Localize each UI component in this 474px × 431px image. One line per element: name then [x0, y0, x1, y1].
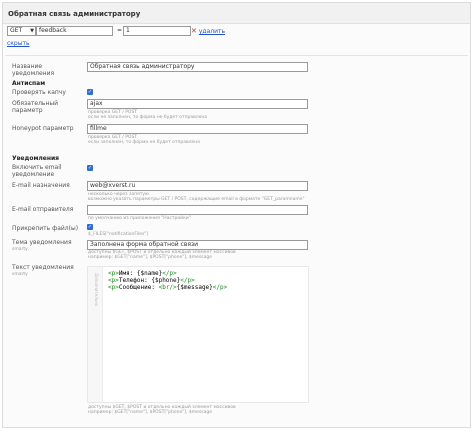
- subject-smarty-note: smarty: [12, 247, 28, 252]
- enable-email-label: Включить email уведомление: [12, 164, 84, 178]
- code-text: Сообщение:: [118, 284, 159, 291]
- enable-email-label-line1: Включить email: [12, 164, 62, 171]
- code-var: {$message}: [176, 284, 213, 291]
- editor-gutter-label: Дополнительно: [94, 273, 99, 307]
- delete-condition-button[interactable]: ✕ удалить: [191, 26, 225, 36]
- body-smarty-note: smarty: [12, 272, 28, 277]
- subject-hint-2: например: $GET["name"], $POST["phone"], …: [88, 255, 213, 260]
- code-line-1: <p>Имя: {$name}</p>: [108, 270, 177, 277]
- honeypot-input[interactable]: fillme: [87, 124, 308, 134]
- notification-name-input[interactable]: Обратная связь администратору: [87, 62, 308, 72]
- code-line-2: <p>Телефон: {$phone}</p>: [108, 277, 195, 284]
- code-line-3: <p>Сообщение: <br/>{$message}</p>: [108, 284, 227, 291]
- check-captcha-checkbox[interactable]: ✓: [87, 89, 93, 95]
- honeypot-label: Honeypot параметр: [12, 125, 74, 132]
- method-select[interactable]: GET ▼: [7, 26, 36, 36]
- attach-files-checkbox[interactable]: ✓: [87, 224, 93, 230]
- email-to-input[interactable]: web@xverst.ru: [87, 181, 308, 191]
- email-to-hint-2: возможно указать параметры GET / POST, с…: [88, 197, 305, 202]
- body-hint-2: например: $GET["name"], $POST["phone"], …: [88, 410, 213, 415]
- email-from-hint: по умолчанию из приложения "Настройки": [88, 216, 191, 221]
- honeypot-hint-2: если заполнен, то форма не будет отправл…: [88, 140, 200, 145]
- code-tag: <p>: [108, 284, 119, 291]
- code-var: {$phone}: [151, 277, 181, 284]
- code-var: {$name}: [136, 270, 163, 277]
- chevron-down-icon: ▼: [30, 28, 34, 34]
- body-label-text: Текст уведомления: [12, 264, 74, 271]
- editor-gutter: Дополнительно: [88, 267, 103, 402]
- code-tag: </p>: [162, 270, 177, 277]
- antispam-heading: Антиспам: [12, 80, 46, 87]
- hide-link[interactable]: скрыть: [7, 40, 30, 47]
- notifications-heading: Уведомления: [12, 155, 60, 162]
- notification-name-label: Название уведомления: [12, 63, 55, 77]
- delete-link-label: удалить: [198, 28, 226, 35]
- check-captcha-label: Проверять капчу: [12, 89, 66, 96]
- close-icon: ✕: [191, 27, 197, 35]
- code-tag: <br/>: [158, 284, 177, 291]
- enable-email-label-line2: уведомление: [12, 171, 55, 178]
- panel-title: Обратная связь администратору: [8, 10, 141, 18]
- body-label: Текст уведомления smarty: [12, 264, 84, 278]
- code-tag: <p>: [108, 277, 119, 284]
- subject-label: Тема уведомления smarty: [12, 239, 84, 253]
- attach-files-hint: $_FILES["notificationFiles"]: [88, 232, 149, 237]
- enable-email-checkbox[interactable]: ✓: [87, 165, 93, 171]
- subject-input[interactable]: Заполнена форма обратной связи: [87, 240, 308, 250]
- divider: [5, 55, 468, 56]
- email-to-label: E-mail назначения: [12, 182, 70, 189]
- required-param-input[interactable]: ajax: [87, 99, 308, 109]
- required-param-hint-2: если не заполнен, то форма не будет отпр…: [88, 115, 208, 120]
- code-text: Телефон:: [118, 277, 152, 284]
- method-value: GET: [10, 27, 23, 34]
- code-tag: <p>: [108, 270, 119, 277]
- attach-files-label: Прикрепить файл(ы): [12, 225, 79, 232]
- email-from-label: E-mail отправителя: [12, 206, 74, 213]
- body-code-editor[interactable]: Дополнительно <p>Имя: {$name}</p> <p>Тел…: [87, 266, 309, 403]
- code-text: Имя:: [118, 270, 137, 277]
- code-tag: </p>: [212, 284, 228, 291]
- required-param-label: Обязательный параметр: [12, 100, 59, 114]
- condition-value-input[interactable]: 1: [123, 26, 191, 36]
- equals-sign: =: [117, 27, 123, 34]
- panel-header: Обратная связь администратору: [3, 3, 470, 24]
- subject-label-text: Тема уведомления: [12, 239, 72, 246]
- code-tag: </p>: [180, 277, 195, 284]
- condition-field-input[interactable]: feedback: [36, 26, 113, 36]
- email-from-input[interactable]: [87, 205, 308, 215]
